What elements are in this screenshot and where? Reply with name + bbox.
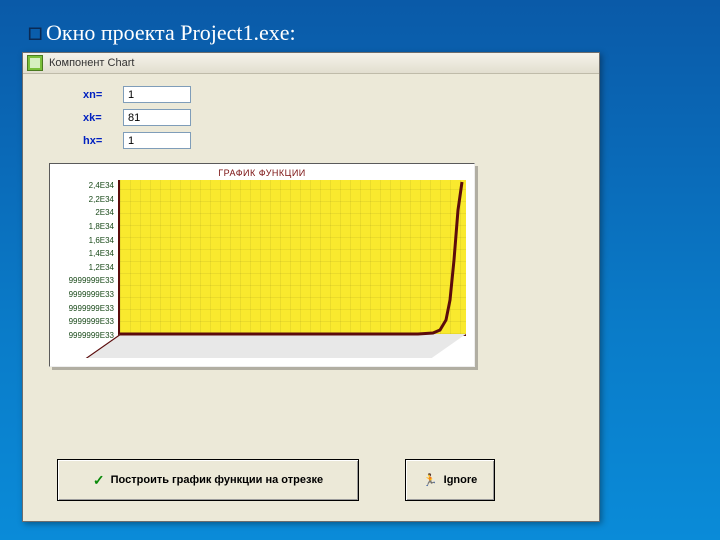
button-row: ✓ Построить график функции на отрезке 🏃 … xyxy=(57,459,495,501)
ytick: 2,4E34 xyxy=(56,182,114,190)
bullet-icon: 🞐 xyxy=(28,24,42,45)
plot-area xyxy=(118,180,464,360)
ytick: 2,2E34 xyxy=(56,196,114,204)
ytick: 1,2E34 xyxy=(56,264,114,272)
row-hx: hx= xyxy=(83,132,589,149)
chart: ГРАФИК ФУНКЦИИ 2,4E34 2,2E34 2E34 1,8E34… xyxy=(49,163,475,367)
input-hx[interactable] xyxy=(123,132,191,149)
build-chart-label: Построить график функции на отрезке xyxy=(111,474,323,486)
ytick: 9999999E33 xyxy=(56,318,114,326)
input-xn[interactable] xyxy=(123,86,191,103)
ytick: 9999999E33 xyxy=(56,277,114,285)
runner-icon: 🏃 xyxy=(423,473,438,487)
build-chart-button[interactable]: ✓ Построить график функции на отрезке xyxy=(57,459,359,501)
titlebar: Компонент Chart xyxy=(23,53,599,74)
chart-title: ГРАФИК ФУНКЦИИ xyxy=(50,168,474,178)
window-title: Компонент Chart xyxy=(49,57,134,69)
row-xn: xn= xyxy=(83,86,589,103)
y-axis-labels: 2,4E34 2,2E34 2E34 1,8E34 1,6E34 1,4E34 … xyxy=(56,182,114,340)
label-xn: xn= xyxy=(83,89,123,101)
check-icon: ✓ xyxy=(93,472,105,489)
ytick: 9999999E33 xyxy=(56,332,114,340)
app-icon xyxy=(27,55,43,71)
ytick: 9999999E33 xyxy=(56,291,114,299)
slide-title: Окно проекта Project1.exe: xyxy=(46,20,296,46)
label-hx: hx= xyxy=(83,135,123,147)
plot-floor xyxy=(86,334,466,358)
series-line xyxy=(118,180,464,336)
ytick: 9999999E33 xyxy=(56,305,114,313)
ytick: 1,8E34 xyxy=(56,223,114,231)
form-area: xn= xk= hx= ГРАФИК ФУНКЦИИ 2,4E34 2,2E34… xyxy=(23,74,599,367)
ytick: 2E34 xyxy=(56,209,114,217)
ytick: 1,6E34 xyxy=(56,237,114,245)
label-xk: xk= xyxy=(83,112,123,124)
app-window: Компонент Chart xn= xk= hx= ГРАФИК ФУНКЦ… xyxy=(22,52,600,522)
ignore-label: Ignore xyxy=(444,474,478,486)
row-xk: xk= xyxy=(83,109,589,126)
ignore-button[interactable]: 🏃 Ignore xyxy=(405,459,495,501)
input-xk[interactable] xyxy=(123,109,191,126)
ytick: 1,4E34 xyxy=(56,250,114,258)
